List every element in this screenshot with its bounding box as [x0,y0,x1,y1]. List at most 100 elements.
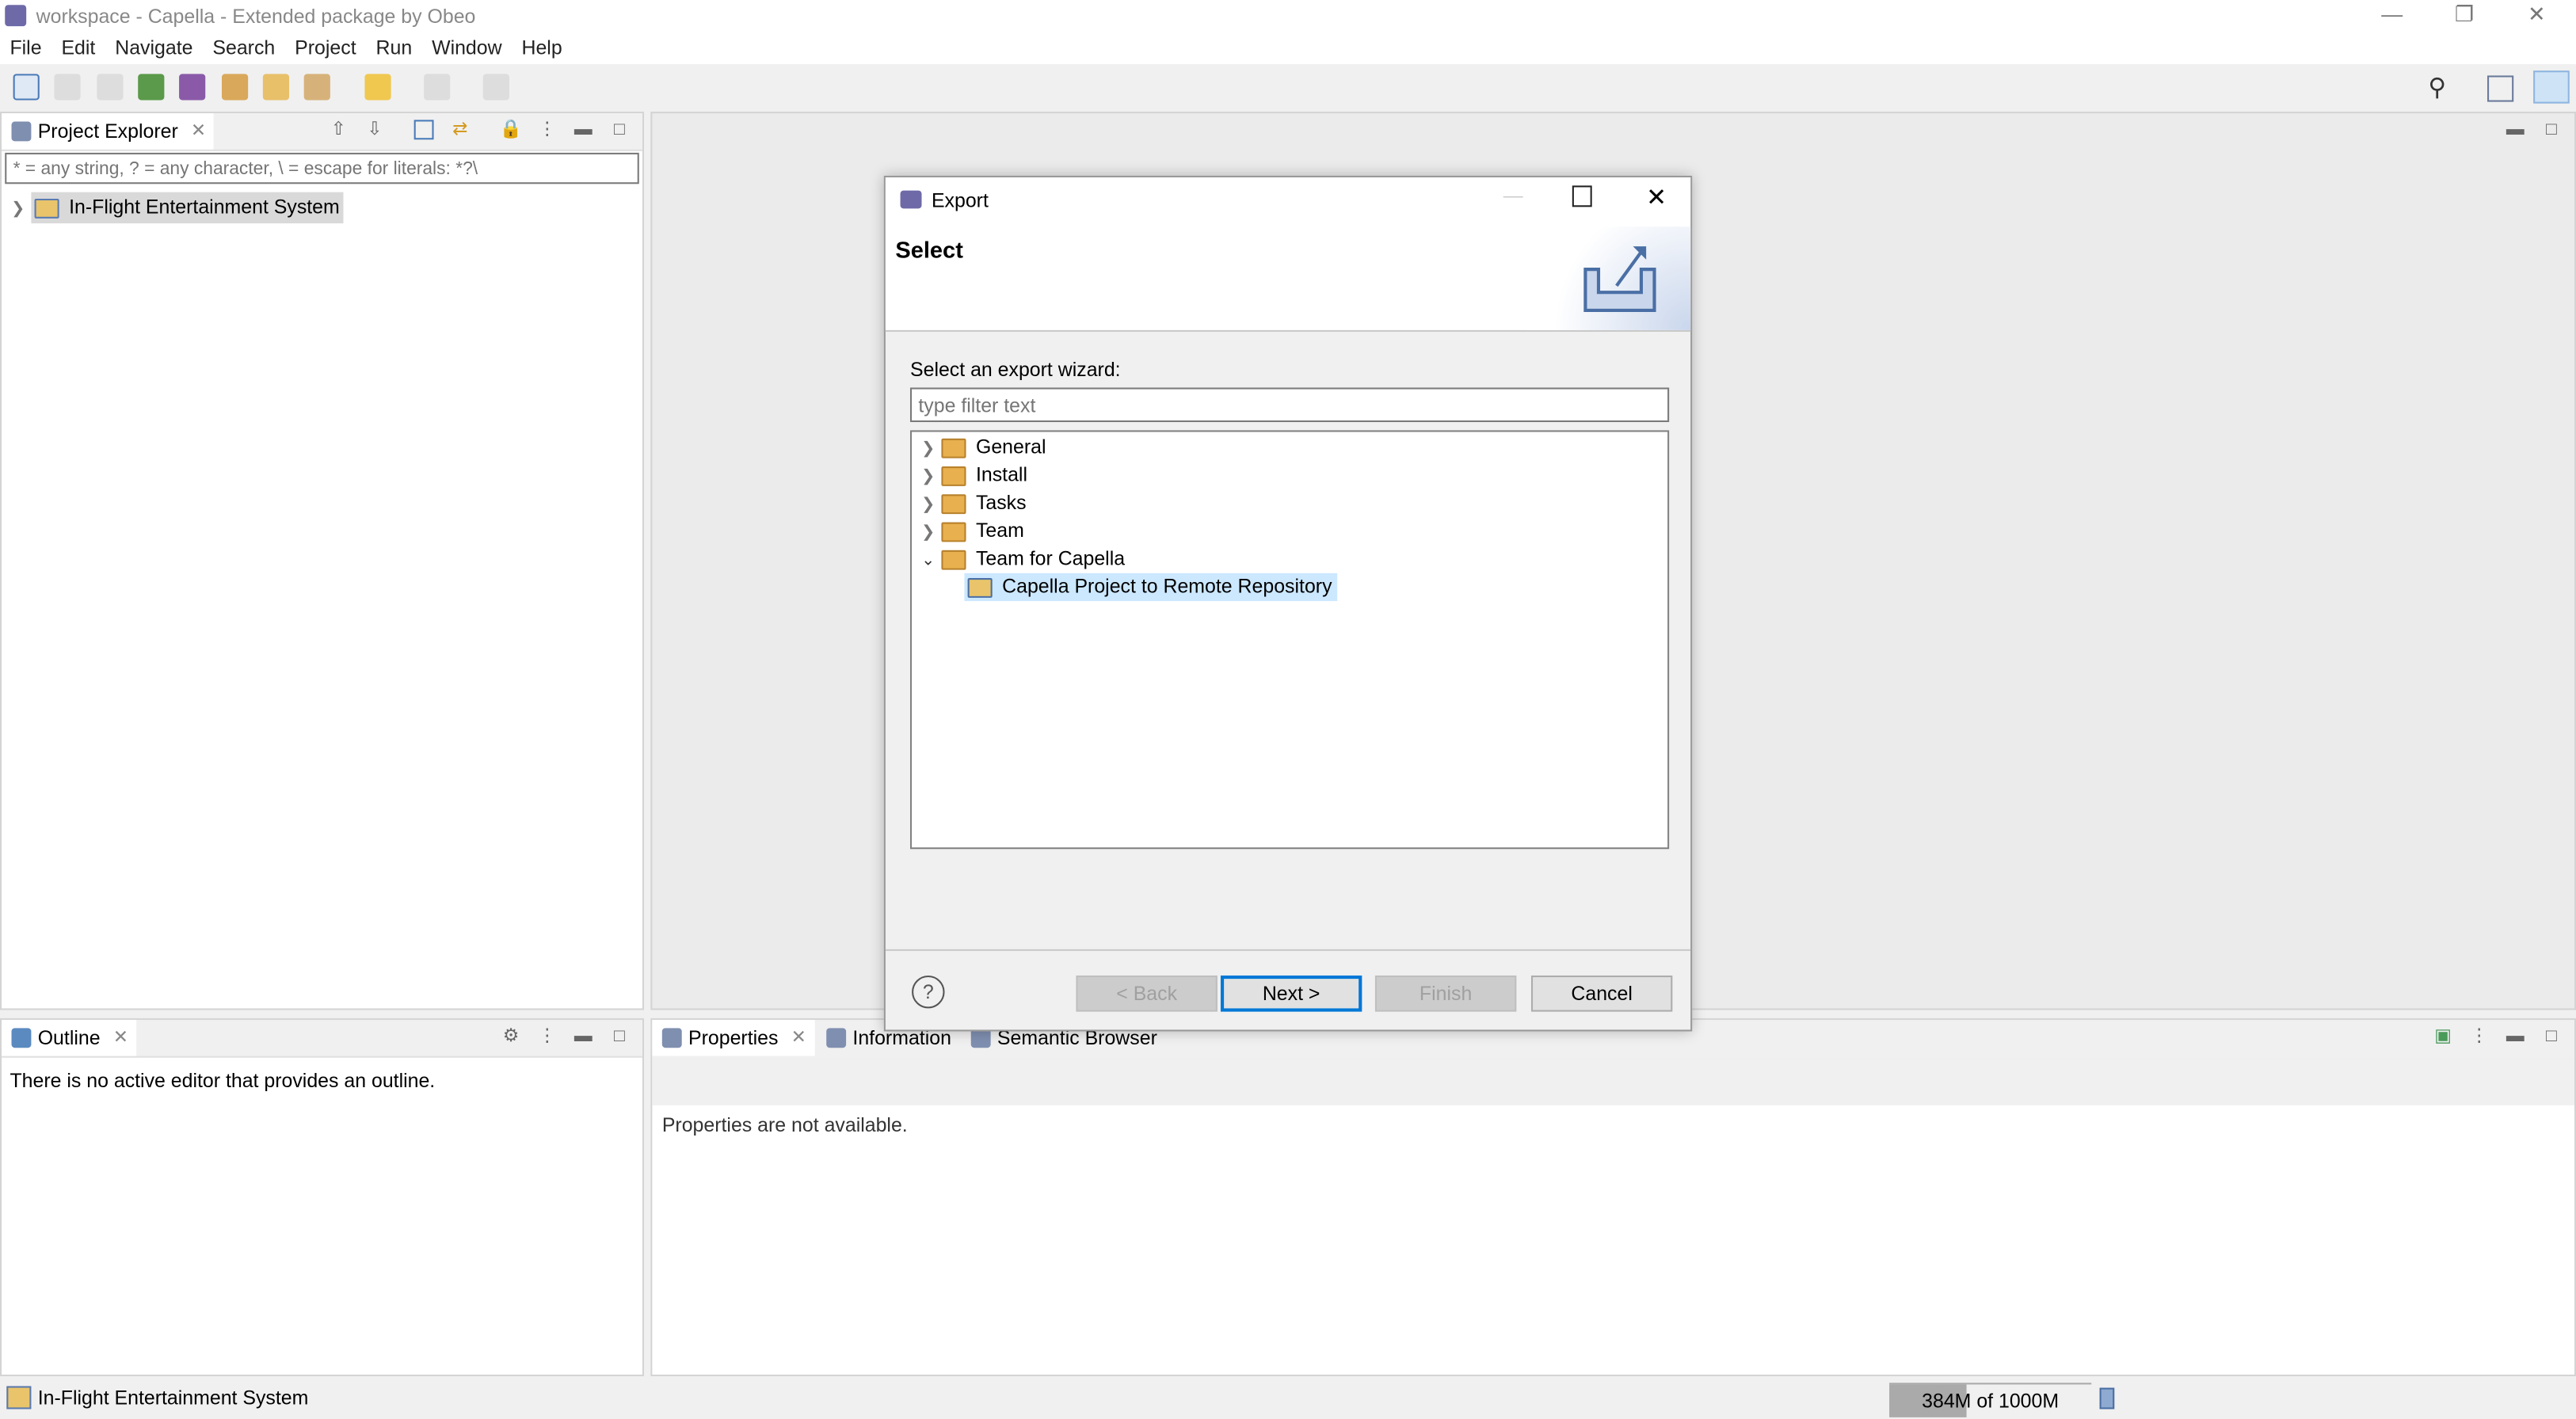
open-perspective-icon[interactable] [2487,75,2514,102]
debug-icon[interactable] [179,74,207,101]
wizard-label: Select an export wizard: [909,358,1121,382]
project-tree-item[interactable]: ❯ In-Flight Entertainment System [8,192,343,224]
menu-edit[interactable]: Edit [51,32,105,62]
maximize-icon[interactable]: □ [609,120,629,139]
menu-run[interactable]: Run [366,32,422,62]
pin-editor-icon[interactable] [483,74,510,101]
menu-navigate[interactable]: Navigate [105,32,203,62]
chevron-right-icon[interactable]: ❯ [918,519,938,546]
pin-icon[interactable]: ▣ [2433,1026,2453,1046]
status-selection: In-Flight Entertainment System [37,1386,309,1409]
wizard-heading: Select [895,236,963,263]
save-icon[interactable] [55,74,82,101]
dialog-minimize-button[interactable]: — [1503,184,1523,207]
help-button[interactable]: ? [912,975,945,1009]
close-icon[interactable]: ✕ [191,113,206,150]
wizard-filter-input[interactable] [909,387,1670,423]
dialog-title: Export [931,188,989,212]
new-icon[interactable] [13,74,40,101]
folder-icon [941,550,966,570]
capella-perspective-icon[interactable] [2533,70,2570,104]
filter-icon[interactable]: ⚙ [501,1026,521,1046]
tree-item-tasks[interactable]: ❯ Tasks [912,489,1667,517]
tab-label: Project Explorer [37,120,178,143]
view-menu-icon[interactable]: ⋮ [537,1026,557,1046]
dialog-close-button[interactable]: ✕ [1646,182,1667,211]
remote-export-icon [967,577,993,598]
tree-label: Team for Capella [975,546,1126,570]
maximize-icon[interactable]: □ [2541,1026,2561,1046]
back-arrow-icon[interactable] [364,74,391,101]
chevron-right-icon[interactable]: ❯ [918,491,938,519]
menu-window[interactable]: Window [422,32,512,62]
tool-icon[interactable] [304,74,331,101]
menu-help[interactable]: Help [512,32,572,62]
tree-item-capella-project-to-remote[interactable]: Capella Project to Remote Repository [912,573,1667,602]
chevron-right-icon[interactable]: ❯ [918,436,938,463]
tab-project-explorer[interactable]: Project Explorer ✕ [2,113,215,150]
open-folder-icon[interactable] [262,74,290,101]
tab-properties[interactable]: Properties ✕ [652,1019,815,1056]
outline-message: There is no active editor that provides … [10,1069,436,1093]
title-bar: workspace - Capella - Extended package b… [0,0,2576,33]
minimize-icon[interactable]: ▬ [2506,1026,2525,1046]
tab-label: Properties [688,1026,779,1050]
properties-message: Properties are not available. [661,1113,908,1137]
next-button[interactable]: Next > [1220,975,1362,1012]
outline-icon [11,1028,32,1048]
restore-window-button[interactable]: ❐ [2428,0,2500,32]
view-menu-icon[interactable]: ⋮ [2469,1026,2489,1046]
tree-label: Team [975,519,1024,542]
lock-icon[interactable]: 🔒 [499,120,521,139]
move-up-icon[interactable]: ⇧ [329,120,349,139]
garbage-collect-icon[interactable] [2099,1387,2115,1409]
chevron-right-icon[interactable]: ❯ [918,463,938,491]
run-icon[interactable] [138,74,165,101]
menu-project[interactable]: Project [285,32,366,62]
save-all-icon[interactable] [96,74,123,101]
information-icon [826,1028,847,1048]
maximize-icon[interactable]: □ [609,1026,629,1046]
view-menu-icon[interactable]: ⋮ [537,120,557,139]
back-button[interactable]: < Back [1076,975,1218,1012]
move-down-icon[interactable]: ⇩ [364,120,384,139]
forward-arrow-icon[interactable] [424,74,451,101]
import-icon[interactable] [221,74,248,101]
project-explorer-icon [11,121,32,142]
tree-item-install[interactable]: ❯ Install [912,462,1667,489]
link-editor-icon[interactable]: ⇄ [450,120,470,139]
minimize-window-button[interactable]: — [2356,0,2428,32]
heap-text: 384M of 1000M [1922,1389,2060,1413]
search-icon[interactable]: ⚲ [2428,72,2446,101]
tree-label: Capella Project to Remote Repository [1002,574,1332,598]
project-folder-icon [34,198,59,219]
project-label: In-Flight Entertainment System [69,195,340,219]
export-dialog: Export — ✕ Select Select an export wizar… [883,175,1693,1032]
main-toolbar: ⚲ [0,65,2576,108]
tab-outline[interactable]: Outline ✕ [2,1019,137,1056]
minimize-icon[interactable]: ▬ [574,120,593,139]
chevron-down-icon[interactable]: ⌄ [918,547,938,575]
tree-label: Tasks [975,491,1027,515]
minimize-icon[interactable]: ▬ [2506,120,2525,139]
chevron-right-icon[interactable]: ❯ [8,196,28,223]
maximize-icon[interactable]: □ [2541,120,2561,139]
close-icon[interactable]: ✕ [791,1020,806,1056]
export-wizard-icon [1583,246,1656,313]
tree-item-team[interactable]: ❯ Team [912,517,1667,545]
tree-item-team-for-capella[interactable]: ⌄ Team for Capella [912,546,1667,573]
menu-search[interactable]: Search [203,32,285,62]
menu-file[interactable]: File [0,32,51,62]
tree-item-general[interactable]: ❯ General [912,434,1667,462]
close-icon[interactable]: ✕ [113,1020,128,1056]
dialog-maximize-button[interactable] [1572,185,1592,207]
status-bar: In-Flight Entertainment System 384M of 1… [0,1379,2576,1419]
heap-status: 384M of 1000M [1889,1383,2092,1417]
collapse-all-icon[interactable] [413,120,434,140]
project-filter-input[interactable] [5,152,639,185]
cancel-button[interactable]: Cancel [1530,975,1673,1012]
close-window-button[interactable]: ✕ [2501,0,2573,32]
minimize-icon[interactable]: ▬ [574,1026,593,1046]
finish-button[interactable]: Finish [1374,975,1517,1012]
wizard-tree: ❯ General ❯ Install ❯ Tasks ❯ Team ⌄ Team for… [909,430,1670,850]
